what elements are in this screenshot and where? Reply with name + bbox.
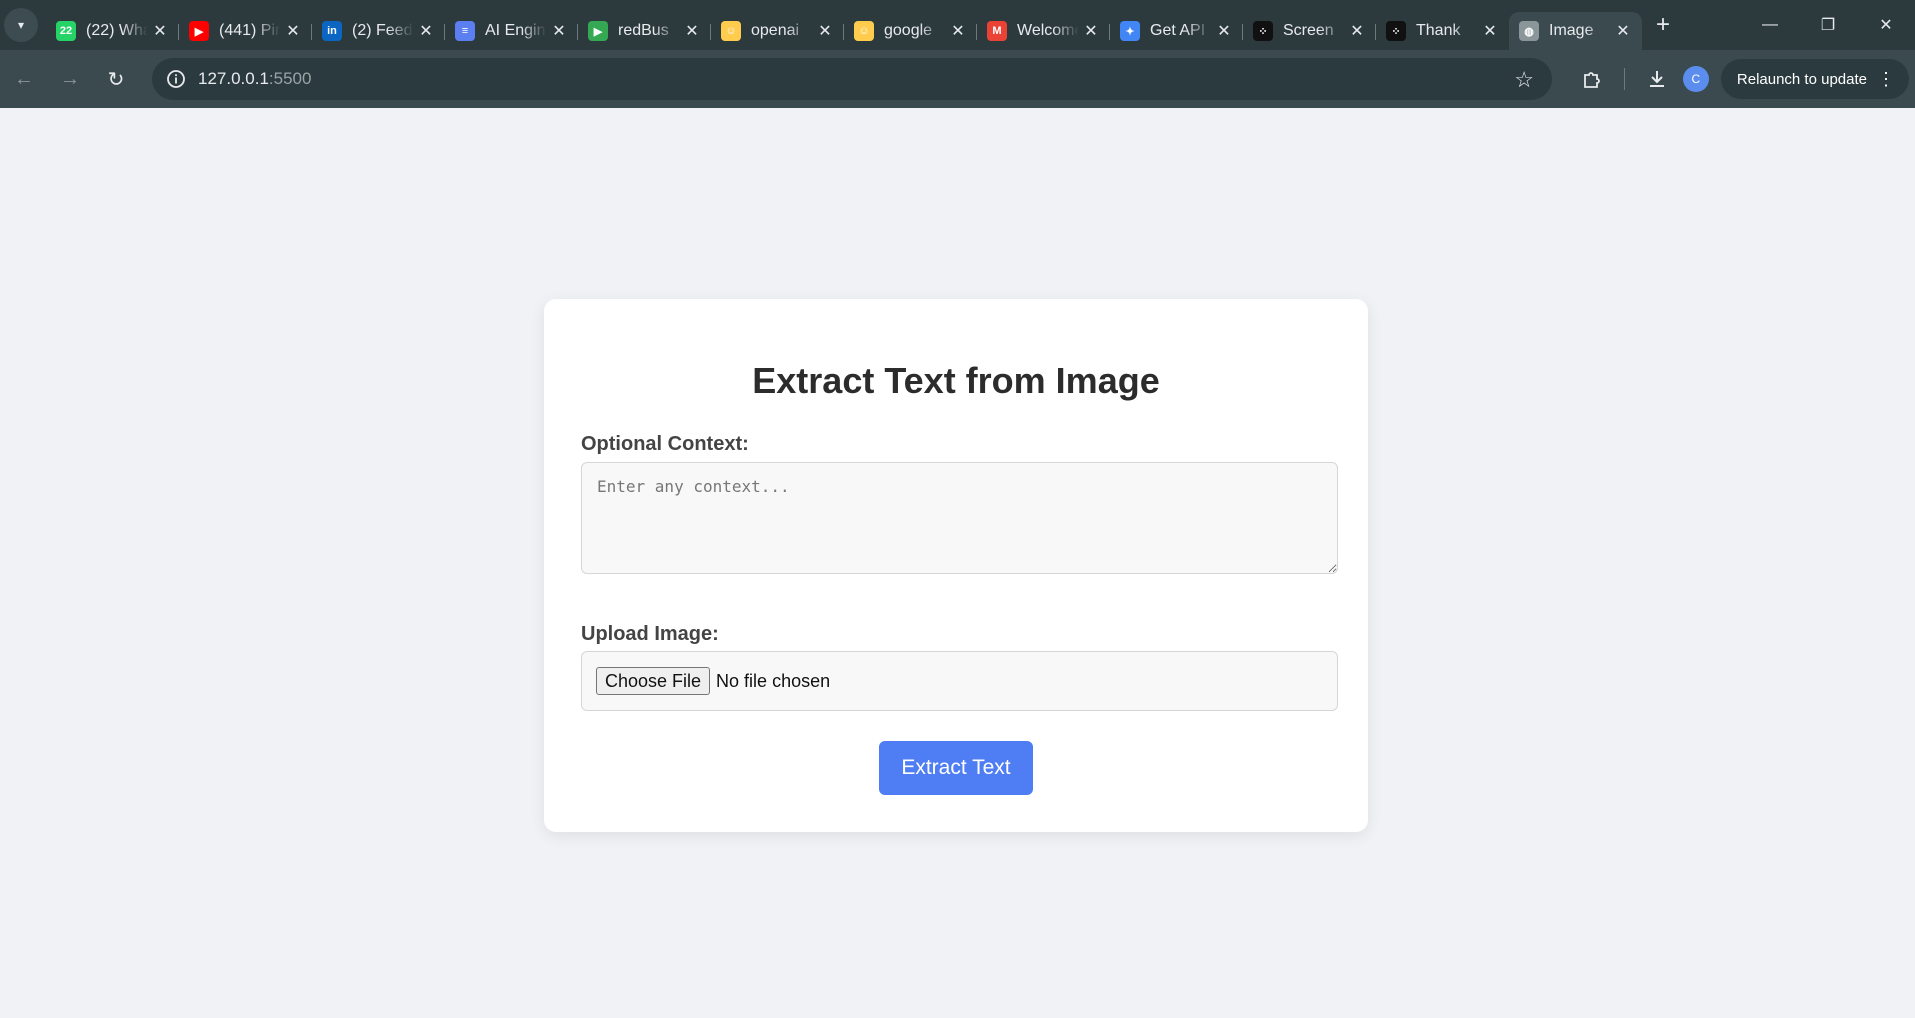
huggingface-icon: ☺: [854, 21, 874, 41]
page-title: Extract Text from Image: [752, 360, 1160, 401]
tab-title: AI Engineer: [485, 22, 550, 39]
url-port: :5500: [268, 69, 312, 88]
restore-button[interactable]: ❐: [1799, 0, 1857, 50]
browser-tab[interactable]: ▶ redBus ✕: [578, 12, 711, 50]
extract-text-button[interactable]: Extract Text: [879, 741, 1033, 795]
restore-icon: ❐: [1820, 17, 1836, 34]
browser-tab[interactable]: ≡ AI Engineer✕: [445, 12, 578, 50]
arrow-right-icon: →: [60, 67, 80, 90]
browser-tab[interactable]: ▶ (441) Pinned video✕: [179, 12, 312, 50]
new-tab-button[interactable]: +: [1646, 8, 1680, 42]
puzzle-icon: [1583, 72, 1600, 88]
tab-close-icon[interactable]: ✕: [1348, 21, 1366, 41]
download-icon: [1649, 71, 1664, 87]
minimize-icon: —: [1762, 16, 1778, 33]
choose-file-button[interactable]: Choose File: [596, 667, 711, 695]
browser-tab[interactable]: ✦ Get API ✕: [1110, 12, 1243, 50]
tab-title: google: [884, 22, 933, 39]
arrow-left-icon: ←: [14, 67, 34, 90]
file-status-text: No file chosen: [716, 670, 831, 691]
url-host: 127.0.0.1: [198, 69, 269, 88]
page-viewport: Extract Text from Image Optional Context…: [0, 108, 1915, 1018]
tab-title: Image: [1549, 22, 1594, 39]
tab-strip: ▾ 22(22) WhatsApp✕▶(441) Pinned video✕in…: [0, 0, 1915, 50]
address-bar[interactable]: 127.0.0.1:5500 ☆: [152, 58, 1552, 100]
tab-close-icon[interactable]: ✕: [1481, 21, 1499, 41]
tab-close-icon[interactable]: ✕: [1215, 21, 1233, 41]
browser-tab[interactable]: ◍ Image ✕: [1509, 12, 1642, 50]
context-textarea[interactable]: [581, 462, 1338, 574]
forward-button[interactable]: →: [48, 57, 92, 101]
reload-icon: ↻: [107, 68, 125, 91]
dots-logo-icon: ⁘: [1386, 21, 1406, 41]
linkedin-icon: in: [322, 21, 342, 41]
tab-title: redBus: [618, 22, 669, 39]
extract-card: Extract Text from Image Optional Context…: [544, 299, 1368, 832]
more-menu-icon: ⋮: [1877, 68, 1895, 89]
api-icon: ✦: [1120, 21, 1140, 41]
close-icon: ✕: [1879, 17, 1893, 34]
globe-icon: ◍: [1519, 21, 1539, 41]
tab-title: openai: [751, 22, 800, 39]
browser-tab[interactable]: in (2) Feed | LinkedIn✕: [312, 12, 445, 50]
tab-close-icon[interactable]: ✕: [550, 21, 568, 41]
file-input[interactable]: Choose File No file chosen: [581, 651, 1338, 711]
whatsapp-icon: 22: [56, 21, 76, 41]
browser-tab[interactable]: ⁘ Screen ✕: [1243, 12, 1376, 50]
downloads-button[interactable]: [1635, 57, 1679, 101]
extensions-button[interactable]: [1570, 57, 1614, 101]
close-window-button[interactable]: ✕: [1857, 0, 1915, 50]
info-icon: [167, 70, 185, 88]
tab-close-icon[interactable]: ✕: [417, 21, 435, 41]
youtube-icon: ▶: [189, 21, 209, 41]
tab-title: Screen: [1283, 22, 1334, 39]
gmail-icon: M: [987, 21, 1007, 41]
tab-title: (22) WhatsApp: [86, 22, 151, 39]
back-button[interactable]: ←: [2, 57, 46, 101]
plus-icon: +: [1655, 11, 1670, 38]
browser-toolbar: ← → ↻ 127.0.0.1:5500 ☆ C Relaunch to upd…: [0, 50, 1915, 108]
dots-logo-icon: ⁘: [1253, 21, 1273, 41]
huggingface-icon: ☺: [721, 21, 741, 41]
tab-close-icon[interactable]: ✕: [151, 21, 169, 41]
relaunch-label: Relaunch to update: [1736, 70, 1867, 88]
upload-label: Upload Image:: [581, 623, 719, 645]
tab-search-button[interactable]: ▾: [4, 8, 38, 42]
tab-list: 22(22) WhatsApp✕▶(441) Pinned video✕in(2…: [46, 0, 1642, 50]
profile-avatar[interactable]: C: [1682, 66, 1709, 92]
tab-title: Get API: [1150, 22, 1206, 39]
tab-title: Thank: [1416, 22, 1461, 39]
tab-title: Welcome: [1017, 22, 1082, 39]
browser-tab[interactable]: M Welcome ✕: [977, 12, 1110, 50]
tab-close-icon[interactable]: ✕: [683, 21, 701, 41]
play-store-icon: ▶: [588, 21, 608, 41]
site-info-button[interactable]: [156, 69, 196, 89]
bookmark-star-icon[interactable]: ☆: [1514, 67, 1534, 93]
tab-close-icon[interactable]: ✕: [1082, 21, 1100, 41]
minimize-button[interactable]: —: [1741, 0, 1799, 50]
tab-close-icon[interactable]: ✕: [284, 21, 302, 41]
window-controls: — ❐ ✕: [1741, 0, 1915, 50]
chevron-down-icon: ▾: [17, 18, 25, 32]
reload-button[interactable]: ↻: [94, 57, 138, 101]
browser-tab[interactable]: ☺ google ✕: [844, 12, 977, 50]
docs-icon: ≡: [455, 21, 475, 41]
tab-close-icon[interactable]: ✕: [949, 21, 967, 41]
tab-title: (441) Pinned video: [219, 22, 284, 39]
browser-tab[interactable]: ☺ openai ✕: [711, 12, 844, 50]
toolbar-actions: C Relaunch to update ⋮: [1570, 50, 1915, 108]
toolbar-divider: [1623, 68, 1625, 90]
tab-close-icon[interactable]: ✕: [816, 21, 834, 41]
context-label: Optional Context:: [581, 433, 749, 455]
relaunch-button[interactable]: Relaunch to update ⋮: [1720, 59, 1909, 99]
tab-title: (2) Feed | LinkedIn: [352, 22, 417, 39]
browser-tab[interactable]: 22 (22) WhatsApp✕: [46, 12, 179, 50]
browser-tab[interactable]: ⁘ Thank ✕: [1376, 12, 1509, 50]
tab-close-icon[interactable]: ✕: [1614, 21, 1632, 41]
